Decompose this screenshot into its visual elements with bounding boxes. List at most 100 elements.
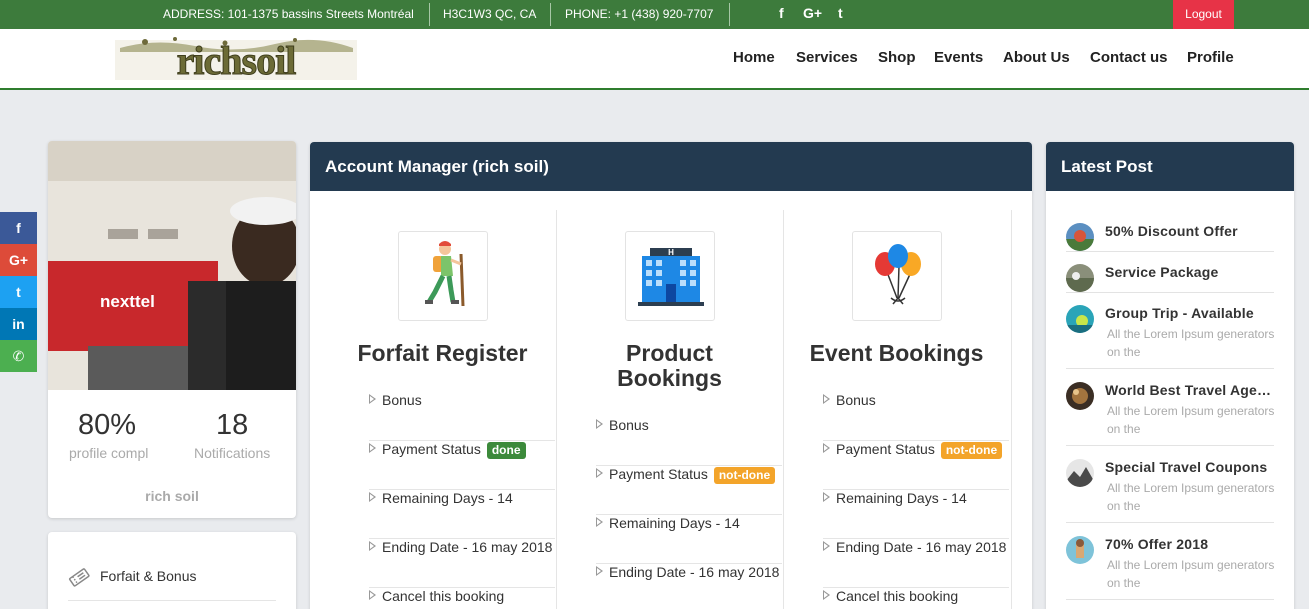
facebook-icon[interactable]: f [779, 5, 784, 21]
triangle-bullet-icon [369, 443, 376, 453]
triangle-bullet-icon [369, 590, 376, 600]
account-manager-panel: Account Manager (rich soil) Forfait Regi… [310, 142, 1032, 609]
address-text: ADDRESS: 101-1375 bassins Streets Montré… [163, 7, 414, 21]
row-label: Ending Date - 16 may 2018 [609, 564, 780, 580]
balloons-icon [852, 231, 942, 321]
triangle-bullet-icon [596, 419, 603, 429]
column-title: Product Bookings [556, 341, 783, 391]
hotel-sign-text: H [668, 248, 674, 257]
latest-post-panel: Latest Post 50% Discount Offer Service P… [1046, 142, 1294, 609]
product-bookings-column: H Product Bookings Bonus Payment Status no… [556, 210, 783, 609]
list-item[interactable]: Remaining Days - 14 [823, 490, 1009, 539]
sidebar-menu: Forfait & Bonus [48, 532, 296, 609]
post-description: All the Lorem Ipsum generators on the [1107, 327, 1275, 359]
photo-sign-text: nexttel [100, 292, 155, 311]
status-badge: not-done [713, 467, 776, 484]
triangle-bullet-icon [369, 541, 376, 551]
cancel-booking-link[interactable]: Cancel this booking [823, 588, 1009, 609]
logo-text: richsoil [177, 38, 297, 83]
row-label: Bonus [836, 392, 876, 408]
triangle-bullet-icon [823, 394, 830, 404]
profile-completion-value: 80% [78, 409, 137, 441]
divider [429, 3, 430, 26]
nav-events[interactable]: Events [934, 49, 983, 66]
post-thumbnail [1066, 536, 1094, 564]
triangle-bullet-icon [596, 517, 603, 527]
profile-photo[interactable]: nexttel [48, 141, 296, 390]
row-label: Cancel this booking [382, 588, 505, 604]
ticket-icon [68, 566, 90, 588]
divider [729, 3, 730, 26]
list-item[interactable]: Ending Date - 16 may 2018 [823, 539, 1009, 588]
site-logo[interactable]: richsoil [115, 34, 357, 84]
list-item[interactable]: Group Trip - Available All the Lorem Ips… [1066, 305, 1274, 369]
post-description: All the Lorem Ipsum generators on the [1107, 558, 1275, 590]
status-badge: done [486, 442, 526, 459]
triangle-bullet-icon [823, 492, 830, 502]
row-label: Cancel this booking [836, 588, 959, 604]
latest-post-title: Latest Post [1046, 142, 1294, 191]
row-label: Payment Status not-done [609, 466, 776, 484]
list-item[interactable]: 50% Discount Offer [1066, 223, 1274, 252]
triangle-bullet-icon [596, 468, 603, 478]
linkedin-icon[interactable]: in [0, 308, 37, 340]
list-item[interactable]: 70% Offer 2018 All the Lorem Ipsum gener… [1066, 536, 1274, 600]
list-item[interactable]: Bonus [596, 417, 782, 466]
nav-shop[interactable]: Shop [878, 49, 916, 66]
row-label: Ending Date - 16 may 2018 [836, 539, 1007, 555]
logout-button[interactable]: Logout [1173, 0, 1234, 29]
nav-home[interactable]: Home [733, 49, 775, 66]
nav-profile[interactable]: Profile [1187, 49, 1234, 66]
list-item[interactable]: Remaining Days - 14 [596, 515, 782, 564]
cancel-booking-link[interactable]: Cancel this booking [369, 588, 555, 609]
google-plus-icon[interactable]: G+ [0, 244, 37, 276]
list-item[interactable]: Payment Status not-done [596, 466, 782, 515]
list-item[interactable]: Service Package [1066, 264, 1274, 293]
row-label: Remaining Days - 14 [382, 490, 513, 506]
post-thumbnail [1066, 264, 1094, 292]
post-title: Service Package [1105, 264, 1219, 280]
nav-services[interactable]: Services [796, 49, 858, 66]
profile-card: nexttel 80% profile compl 18 Notificatio… [48, 141, 296, 518]
triangle-bullet-icon [823, 443, 830, 453]
postal-code-text: H3C1W3 QC, CA [443, 7, 537, 21]
facebook-icon[interactable]: f [0, 212, 37, 244]
nav-contact-us[interactable]: Contact us [1090, 49, 1168, 66]
google-plus-icon[interactable]: G+ [803, 5, 822, 21]
list-item[interactable]: Payment Status done [369, 441, 555, 490]
status-badge: not-done [940, 442, 1003, 459]
column-title: Event Bookings [809, 340, 984, 366]
nav-about-us[interactable]: About Us [1003, 49, 1070, 66]
whatsapp-icon[interactable]: ✆ [0, 340, 37, 372]
post-thumbnail [1066, 305, 1094, 333]
list-item[interactable]: Remaining Days - 14 [369, 490, 555, 539]
column-title: Forfait Register [357, 340, 528, 366]
account-manager-title: Account Manager (rich soil) [310, 142, 1032, 191]
profile-completion-label: profile compl [69, 445, 149, 461]
column-title-text: Product Bookings [617, 340, 722, 391]
list-item[interactable]: Bonus [823, 392, 1009, 441]
sidebar-item-label: Forfait & Bonus [100, 568, 197, 584]
profile-name: rich soil [145, 488, 199, 504]
row-label: Payment Status done [382, 441, 526, 459]
list-item[interactable]: Special Travel Coupons All the Lorem Ips… [1066, 459, 1274, 523]
list-item[interactable]: Ending Date - 16 may 2018 [369, 539, 555, 588]
notifications-label: Notifications [194, 445, 271, 461]
phone-text: PHONE: +1 (438) 920-7707 [565, 7, 714, 21]
triangle-bullet-icon [823, 541, 830, 551]
post-title: Group Trip - Available [1105, 305, 1254, 321]
row-label: Ending Date - 16 may 2018 [382, 539, 553, 555]
list-item[interactable]: Payment Status not-done [823, 441, 1009, 490]
row-label-text: Payment Status [609, 466, 708, 482]
twitter-icon[interactable]: t [838, 5, 843, 21]
sidebar-item-forfait-bonus[interactable]: Forfait & Bonus [68, 568, 276, 601]
twitter-icon[interactable]: t [0, 276, 37, 308]
post-thumbnail [1066, 223, 1094, 251]
list-item[interactable]: Ending Date - 16 may 2018 [596, 564, 782, 609]
post-title: 70% Offer 2018 [1105, 536, 1209, 552]
list-item[interactable]: World Best Travel Agency All the Lorem I… [1066, 382, 1275, 446]
divider [550, 3, 551, 26]
list-item[interactable]: Bonus [369, 392, 555, 441]
post-thumbnail [1066, 382, 1094, 410]
main-header: richsoil Home Services Shop Events About… [0, 29, 1309, 90]
